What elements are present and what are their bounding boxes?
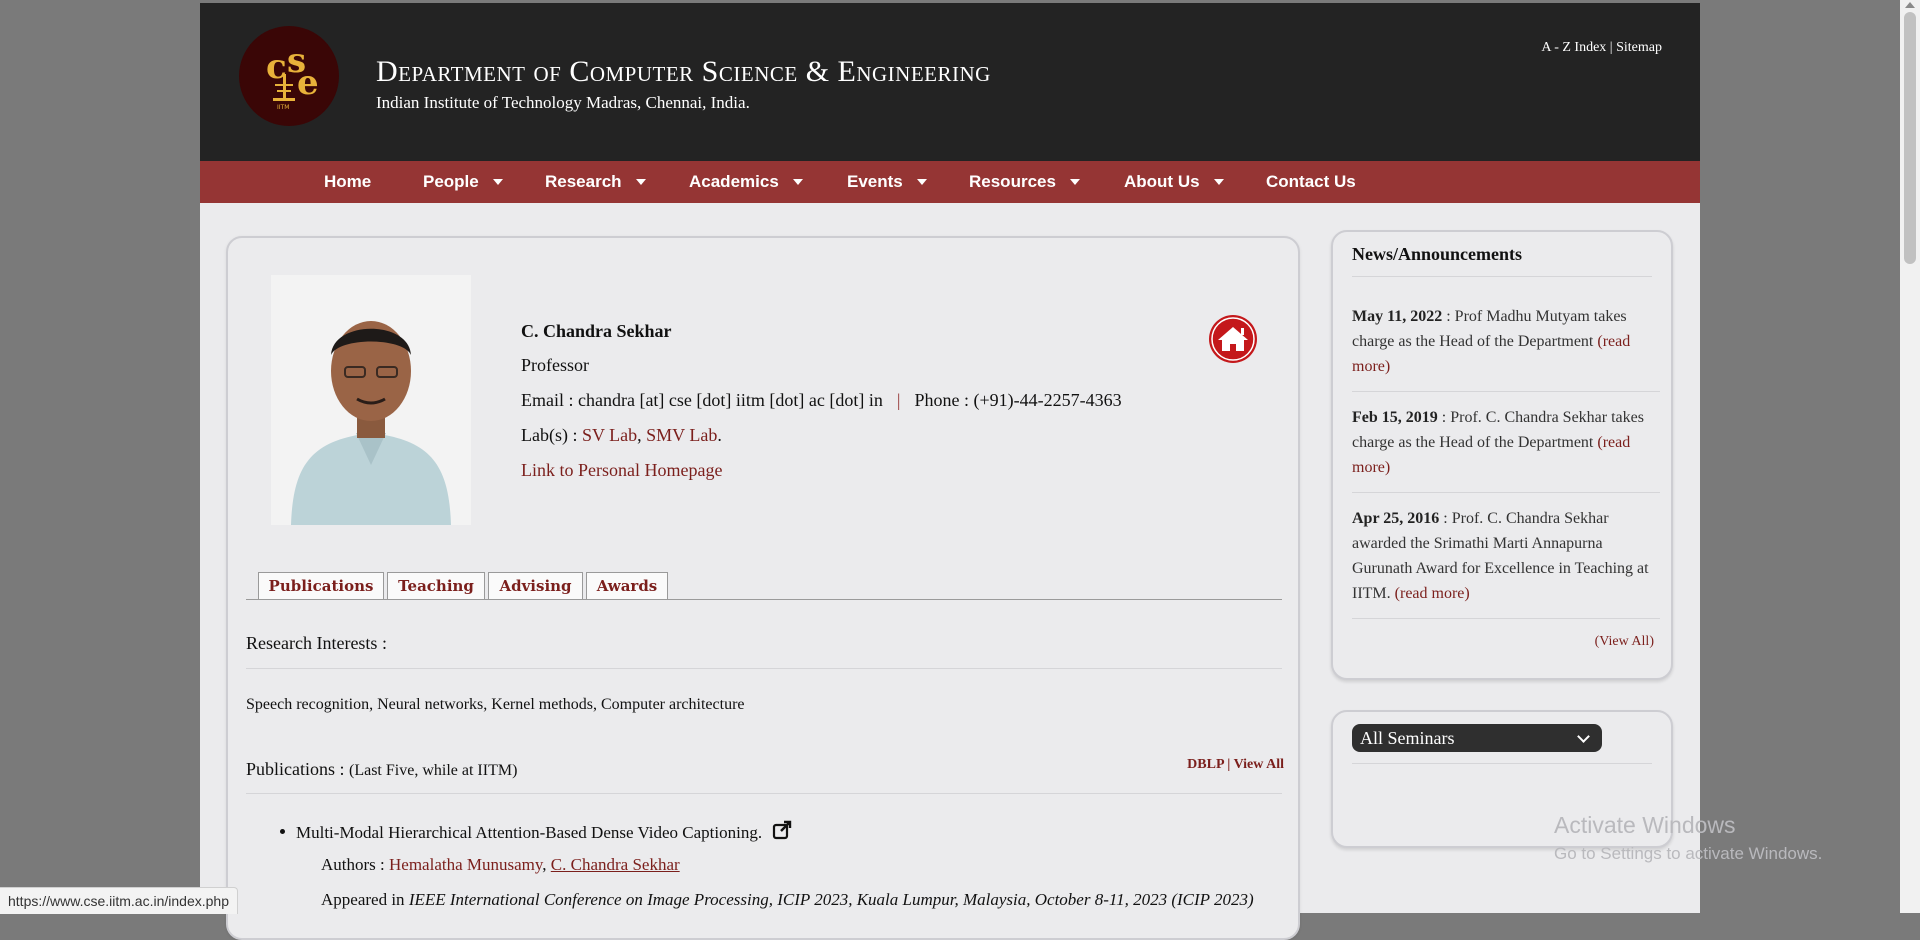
profile-contact: Email : chandra [at] cse [dot] iitm [dot… (521, 390, 1122, 411)
publication-title: Multi-Modal Hierarchical Attention-Based… (279, 820, 792, 845)
research-interests-text: Speech recognition, Neural networks, Ker… (246, 696, 745, 713)
profile-labs: Lab(s) : SV Lab, SMV Lab. (521, 425, 722, 446)
top-link-separator: | (1609, 40, 1613, 55)
authors-label: Authors : (321, 855, 385, 874)
author-link[interactable]: Hemalatha Munusamy (389, 855, 542, 874)
divider (1352, 763, 1652, 764)
phone-text: Phone : (+91)-44-2257-4363 (914, 390, 1122, 410)
news-item: May 11, 2022 : Prof Madhu Mutyam takes c… (1352, 308, 1631, 375)
seminars-select[interactable]: All Seminars (1352, 724, 1602, 752)
divider (1352, 391, 1660, 392)
department-title: Department of Computer Science & Enginee… (376, 55, 991, 88)
tab-advising[interactable]: Advising (488, 572, 583, 599)
nav-people[interactable]: People (423, 161, 503, 203)
svg-text:IITM: IITM (277, 104, 289, 111)
nav-contact-us[interactable]: Contact Us (1266, 161, 1356, 203)
institute-subtitle: Indian Institute of Technology Madras, C… (376, 93, 750, 112)
chevron-down-icon (916, 179, 927, 185)
labs-label: Lab(s) : (521, 425, 578, 445)
divider (246, 793, 1282, 794)
publication-venue: Appeared in IEEE International Conferenc… (321, 890, 1254, 910)
external-link-icon[interactable] (772, 820, 792, 845)
chevron-down-icon (635, 179, 646, 185)
chevron-down-icon (492, 179, 503, 185)
home-icon[interactable] (1208, 314, 1258, 364)
scrollbar-thumb[interactable] (1904, 12, 1916, 264)
profile-name: C. Chandra Sekhar (521, 321, 672, 341)
svg-text:e: e (297, 63, 319, 103)
chevron-down-icon (792, 179, 803, 185)
status-bar-url: https://www.cse.iitm.ac.in/index.php (0, 887, 238, 914)
news-view-all-link[interactable]: (View All) (1595, 634, 1654, 650)
lab-link-smv[interactable]: SMV Lab (646, 425, 717, 445)
divider (1352, 276, 1652, 277)
windows-watermark-subtitle: Go to Settings to activate Windows. (1554, 844, 1823, 863)
news-title: News/Announcements (1352, 244, 1523, 264)
chevron-down-icon (1577, 730, 1590, 743)
chevron-down-icon (1213, 179, 1224, 185)
page-scrollbar[interactable] (1900, 0, 1920, 913)
profile-photo (271, 275, 471, 525)
divider (1352, 492, 1660, 493)
site-header: c s e IITM Department of Computer Scienc… (200, 3, 1700, 161)
publications-heading: Publications : (Last Five, while at IITM… (246, 759, 517, 780)
nav-research[interactable]: Research (545, 161, 646, 203)
publication-links-separator: | (1227, 757, 1231, 772)
authors-separator: , (542, 855, 547, 874)
publication-authors: Authors : Hemalatha Munusamy, C. Chandra… (321, 855, 680, 875)
tab-awards[interactable]: Awards (586, 572, 668, 599)
top-links: A - Z Index | Sitemap (1541, 40, 1662, 56)
venue-text: IEEE International Conference on Image P… (408, 890, 1254, 909)
venue-prefix: Appeared in (321, 890, 405, 909)
view-all-publications-link[interactable]: View All (1234, 757, 1284, 772)
profile-tabs: Publications Teaching Advising Awards (246, 569, 1282, 600)
tab-publications[interactable]: Publications (258, 572, 384, 599)
publication-links: DBLP | View All (1187, 757, 1284, 773)
labs-separator: , (637, 425, 642, 445)
nav-resources[interactable]: Resources (969, 161, 1080, 203)
divider (246, 668, 1282, 669)
sitemap-link[interactable]: Sitemap (1616, 40, 1662, 55)
profile-title: Professor (521, 355, 589, 375)
scroll-up-arrow-icon[interactable] (1905, 2, 1915, 8)
windows-watermark-title: Activate Windows (1554, 812, 1736, 838)
author-link[interactable]: C. Chandra Sekhar (551, 855, 680, 874)
publications-heading-note: (Last Five, while at IITM) (349, 762, 518, 779)
news-item: Apr 25, 2016 : Prof. C. Chandra Sekhar a… (1352, 510, 1649, 602)
personal-homepage-link[interactable]: Link to Personal Homepage (521, 460, 722, 481)
chevron-down-icon (1069, 179, 1080, 185)
labs-end: . (717, 425, 722, 445)
nav-events[interactable]: Events (847, 161, 927, 203)
publications-heading-label: Publications : (246, 759, 345, 779)
lab-link-sv[interactable]: SV Lab (582, 425, 637, 445)
tab-teaching[interactable]: Teaching (387, 572, 485, 599)
nav-academics[interactable]: Academics (689, 161, 803, 203)
email-text: Email : chandra [at] cse [dot] iitm [dot… (521, 390, 883, 410)
news-item: Feb 15, 2019 : Prof. C. Chandra Sekhar t… (1352, 409, 1644, 476)
contact-separator: | (896, 390, 901, 410)
nav-about-us[interactable]: About Us (1124, 161, 1224, 203)
read-more-link[interactable]: (read more) (1395, 585, 1470, 602)
research-interests-heading: Research Interests : (246, 633, 387, 653)
iitm-cse-logo[interactable]: c s e IITM (239, 26, 339, 126)
dblp-link[interactable]: DBLP (1187, 757, 1224, 772)
divider (1352, 618, 1660, 619)
nav-home[interactable]: Home (324, 161, 371, 203)
main-nav: Home People Research Academics Events Re… (200, 161, 1700, 203)
az-index-link[interactable]: A - Z Index (1541, 40, 1606, 55)
